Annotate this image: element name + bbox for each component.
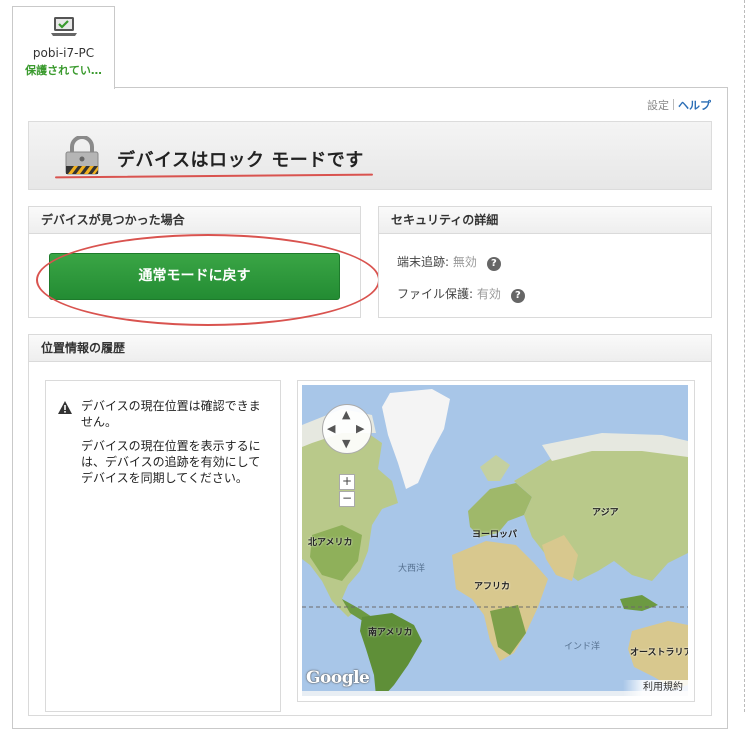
file-protection-value: 有効 xyxy=(476,287,501,301)
world-map[interactable]: 北アメリカ ヨーロッパ アジア 大西洋 アフリカ 南アメリカ インド洋 オースト… xyxy=(302,385,688,696)
map-label-europe: ヨーロッパ xyxy=(472,530,518,540)
help-question-icon[interactable]: ? xyxy=(486,257,501,271)
device-found-title: デバイスが見つかった場合 xyxy=(29,207,360,234)
device-name: pobi-i7-PC xyxy=(32,46,95,60)
help-link[interactable]: ヘルプ xyxy=(678,99,711,112)
padlock-icon xyxy=(63,135,101,180)
location-history-title: 位置情報の履歴 xyxy=(29,335,711,362)
map-zoom-control: + − xyxy=(339,474,355,508)
top-links: 設定 ヘルプ xyxy=(647,97,711,113)
file-protection-label: ファイル保護: xyxy=(397,287,477,301)
device-tab[interactable]: pobi-i7-PC 保護されてい… xyxy=(12,6,115,89)
zoom-out-button[interactable]: − xyxy=(339,491,355,507)
tracking-row: 端末追跡: 無効? xyxy=(397,253,501,271)
tracking-label: 端末追跡: xyxy=(397,255,453,269)
map-label-australia: オーストラリア xyxy=(630,648,688,658)
page-edge-divider xyxy=(744,0,745,712)
annotation-underline xyxy=(54,173,374,179)
zoom-in-button[interactable]: + xyxy=(339,474,355,490)
device-status: 保護されてい… xyxy=(25,64,102,77)
laptop-check-icon xyxy=(51,16,77,42)
map-pan-control[interactable]: ▲ ◀ ▶ ▼ xyxy=(322,404,372,454)
map-label-north-america: 北アメリカ xyxy=(308,538,353,548)
device-found-panel: デバイスが見つかった場合 通常モードに戻す xyxy=(28,206,361,318)
location-history-panel: 位置情報の履歴 デバイスの現在位置は確認できません。 デバイスの現在位置を表示す… xyxy=(28,334,712,716)
pan-left-icon[interactable]: ◀ xyxy=(327,423,335,434)
map-label-asia: アジア xyxy=(592,508,619,518)
settings-link[interactable]: 設定 xyxy=(647,99,669,112)
map-label-south-america: 南アメリカ xyxy=(368,628,413,638)
enable-tracking-text: デバイスの現在位置を表示するには、デバイスの追跡を有効にしてデバイスを同期してく… xyxy=(81,439,261,485)
return-normal-mode-button[interactable]: 通常モードに戻す xyxy=(49,253,340,300)
link-separator xyxy=(673,99,674,110)
help-question-icon[interactable]: ? xyxy=(510,289,525,303)
pan-down-icon[interactable]: ▼ xyxy=(342,438,350,449)
location-unavailable-text: デバイスの現在位置は確認できません。 xyxy=(81,399,261,429)
map-label-atlantic: 大西洋 xyxy=(398,564,426,574)
tracking-value: 無効 xyxy=(452,255,477,269)
map-frame: 北アメリカ ヨーロッパ アジア 大西洋 アフリカ 南アメリカ インド洋 オースト… xyxy=(297,380,695,702)
map-terms-link[interactable]: 利用規約 xyxy=(623,680,688,696)
location-message-box: デバイスの現在位置は確認できません。 デバイスの現在位置を表示するには、デバイス… xyxy=(45,380,281,712)
pan-right-icon[interactable]: ▶ xyxy=(356,423,364,434)
lock-mode-banner: デバイスはロック モードです xyxy=(28,121,712,190)
pan-up-icon[interactable]: ▲ xyxy=(342,409,350,420)
warning-icon xyxy=(58,399,72,418)
file-protection-row: ファイル保護: 有効? xyxy=(397,285,525,303)
map-label-indian-ocean: インド洋 xyxy=(564,642,601,652)
google-logo: Google xyxy=(306,668,370,688)
map-label-africa: アフリカ xyxy=(474,582,511,592)
security-details-panel: セキュリティの詳細 端末追跡: 無効? ファイル保護: 有効? xyxy=(378,206,712,318)
security-details-title: セキュリティの詳細 xyxy=(379,207,711,234)
banner-title: デバイスはロック モードです xyxy=(117,150,364,171)
